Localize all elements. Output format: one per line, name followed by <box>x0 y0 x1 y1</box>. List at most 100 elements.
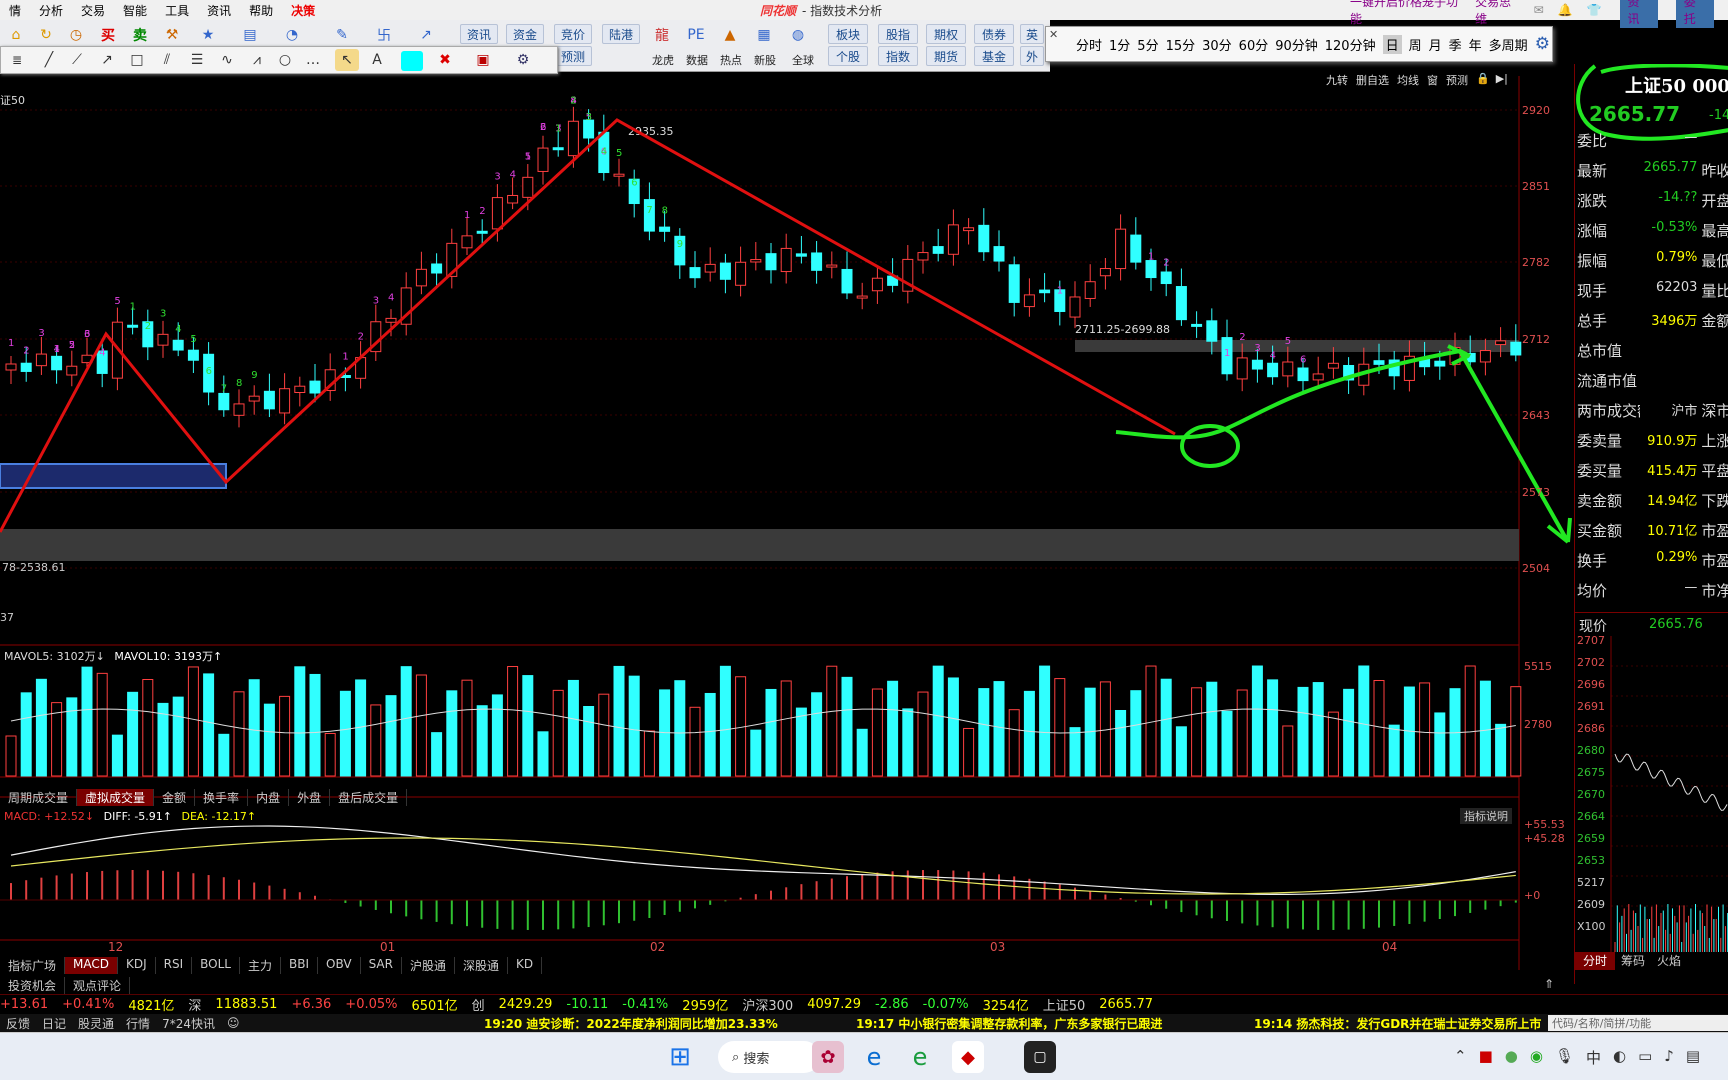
browser-icon[interactable]: e <box>904 1041 936 1073</box>
ind-tab-main[interactable]: 主力 <box>240 957 282 974</box>
period-multi[interactable]: 多周期 <box>1489 35 1528 54</box>
new-stock-icon[interactable]: ▦ <box>752 24 776 46</box>
hot-icon[interactable]: ▲ <box>718 24 742 46</box>
toolbar-button-sector[interactable]: 板块 <box>828 24 868 44</box>
tab-opinion[interactable]: 观点评论 <box>65 977 131 994</box>
ind-tab-square[interactable]: 指标广场 <box>0 957 66 974</box>
menu-item-tools[interactable]: 工具 <box>156 2 198 19</box>
tray-mic-icon[interactable]: 🎙 <box>1555 1047 1574 1068</box>
period-1min[interactable]: 1分 <box>1109 35 1130 54</box>
monitor-icon[interactable]: ▤ <box>238 24 262 46</box>
dial-icon[interactable]: ◔ <box>280 24 304 46</box>
ind-tab-obv[interactable]: OBV <box>318 957 361 974</box>
news-tab-feedback[interactable]: 反馈 <box>6 1015 30 1032</box>
toolbar-button-auction[interactable]: 竞价 <box>554 24 592 44</box>
tray-green2-icon[interactable]: ◐ <box>1613 1047 1626 1068</box>
ind-tab-kd[interactable]: KD <box>508 957 543 974</box>
tray-green-icon[interactable]: ◉ <box>1530 1047 1543 1068</box>
news-button[interactable]: 资讯 <box>1619 0 1658 28</box>
mini-tab-flame[interactable]: 火焰 <box>1651 952 1687 970</box>
news-tab-quote[interactable]: 行情 <box>126 1015 150 1032</box>
ind-tab-hk-sz[interactable]: 深股通 <box>455 957 508 974</box>
collapse-icon[interactable]: ⇑ <box>1544 977 1554 991</box>
mini-intraday-chart[interactable]: 2707 2702 2696 2691 2686 2680 2675 2670 2664 2659… <box>1575 636 1728 952</box>
toolbar-button-more[interactable]: 英 <box>1020 24 1044 44</box>
news-tab-724[interactable]: 7*24快讯 <box>162 1015 215 1032</box>
toolbar-button-stock-index[interactable]: 股指 <box>878 24 918 44</box>
toolbar-button-bonds[interactable]: 债券 <box>974 24 1014 44</box>
period-timeshare[interactable]: 分时 <box>1076 35 1102 54</box>
vol-tab-virtual[interactable]: 虚拟成交量 <box>77 789 155 806</box>
tray-chevron-icon[interactable]: ⌃ <box>1454 1047 1467 1068</box>
entrust-button[interactable]: 委托 <box>1675 0 1714 28</box>
tab-opportunity[interactable]: 投资机会 <box>0 977 66 994</box>
news-item-1[interactable]: 19:20 迪安诊断：2022年度净利润同比增加23.33% <box>484 1015 778 1032</box>
toolbar-button-options[interactable]: 期权 <box>926 24 966 44</box>
home-icon[interactable]: ⌂ <box>4 24 28 46</box>
mail-icon[interactable]: ✉ <box>1534 3 1544 17</box>
vol-tab-period[interactable]: 周期成交量 <box>0 789 78 806</box>
period-30min[interactable]: 30分 <box>1202 35 1232 54</box>
robot-icon[interactable]: ☺ <box>227 1016 240 1030</box>
mini-tab-chips[interactable]: 筹码 <box>1615 952 1651 970</box>
period-60min[interactable]: 60分 <box>1239 35 1269 54</box>
toolbar-button-hk[interactable]: 陆港 <box>602 24 640 44</box>
tray-app-icon[interactable]: ■ <box>1479 1047 1493 1068</box>
video-app-icon[interactable]: ▢ <box>1024 1041 1056 1073</box>
indicator-help-button[interactable]: 指标说明 <box>1460 808 1512 824</box>
refresh-icon[interactable]: ↻ <box>34 24 58 46</box>
toolbar-button-futures[interactable]: 期货 <box>926 46 966 66</box>
menu-item-quote[interactable]: 情 <box>0 2 30 19</box>
close-icon[interactable]: ✕ <box>1049 28 1058 41</box>
period-week[interactable]: 周 <box>1409 35 1422 54</box>
trade-thinking-link[interactable]: 交易思维 <box>1475 0 1519 27</box>
toolbar-button-funds[interactable]: 资金 <box>506 24 544 44</box>
period-15min[interactable]: 15分 <box>1166 35 1196 54</box>
vol-tab-after[interactable]: 盘后成交量 <box>330 789 408 806</box>
toolbar-button-fund[interactable]: 基金 <box>974 46 1014 66</box>
bell-icon[interactable]: 🔔 <box>1558 3 1573 17</box>
mini-tab-timeshare[interactable]: 分时 <box>1575 952 1616 970</box>
menu-item-decision[interactable]: 决策 <box>282 2 324 19</box>
taskbar-search[interactable]: ⌕ 搜索 <box>718 1041 820 1073</box>
tray-volume-icon[interactable]: ♪ <box>1664 1047 1674 1068</box>
hammer-icon[interactable]: ⚒ <box>160 24 184 46</box>
toolbar-button-news[interactable]: 资讯 <box>460 24 498 44</box>
shirt-icon[interactable]: 👕 <box>1587 3 1602 17</box>
kline-chart[interactable]: 78-2538.61 2711.25-2699.88 2935.35 37 12… <box>0 64 1574 994</box>
price-cage-link[interactable]: 一键开启价格笼子功能 <box>1350 0 1461 27</box>
ind-tab-rsi[interactable]: RSI <box>156 957 193 974</box>
buy-icon[interactable]: 买 <box>96 24 120 46</box>
menu-item-analysis[interactable]: 分析 <box>30 2 72 19</box>
vol-tab-turnover[interactable]: 换手率 <box>195 789 249 806</box>
pe-icon[interactable]: PE <box>684 24 708 46</box>
menu-item-trade[interactable]: 交易 <box>72 2 114 19</box>
period-120min[interactable]: 120分钟 <box>1325 35 1376 54</box>
pencil-icon[interactable]: ✎ <box>330 24 354 46</box>
news-item-2[interactable]: 19:17 中小银行密集调整存款利率，广东多家银行已跟进 <box>856 1015 1162 1032</box>
sell-icon[interactable]: 卖 <box>128 24 152 46</box>
tray-ime-icon[interactable]: 中 <box>1586 1047 1601 1068</box>
toolbar-button-forecast[interactable]: 预测 <box>554 46 592 66</box>
toolbar-button-index[interactable]: 指数 <box>878 46 918 66</box>
tray-wechat-icon[interactable]: ● <box>1505 1047 1518 1068</box>
trend-icon[interactable]: ↗ <box>414 24 438 46</box>
period-settings-icon[interactable]: ⚙ <box>1535 34 1550 54</box>
menu-item-smart[interactable]: 智能 <box>114 2 156 19</box>
tonghuashun-icon[interactable]: ◆ <box>952 1041 984 1073</box>
windows-start-icon[interactable]: ⊞ <box>664 1041 696 1073</box>
menu-item-help[interactable]: 帮助 <box>240 2 282 19</box>
tray-network-icon[interactable]: ▭ <box>1638 1047 1652 1068</box>
globe-icon[interactable]: ◍ <box>786 24 810 46</box>
period-month[interactable]: 月 <box>1429 35 1442 54</box>
period-5min[interactable]: 5分 <box>1137 35 1158 54</box>
menu-item-news[interactable]: 资讯 <box>198 2 240 19</box>
formula-icon[interactable]: 卐 <box>372 24 396 46</box>
vol-tab-amount[interactable]: 金额 <box>154 789 196 806</box>
edge-icon[interactable]: e <box>858 1041 890 1073</box>
ind-tab-kdj[interactable]: KDJ <box>118 957 156 974</box>
toolbar-button-foreign[interactable]: 外 <box>1020 46 1044 66</box>
ind-tab-boll[interactable]: BOLL <box>192 957 240 974</box>
news-tab-diary[interactable]: 日记 <box>42 1015 66 1032</box>
period-90min[interactable]: 90分钟 <box>1275 35 1318 54</box>
